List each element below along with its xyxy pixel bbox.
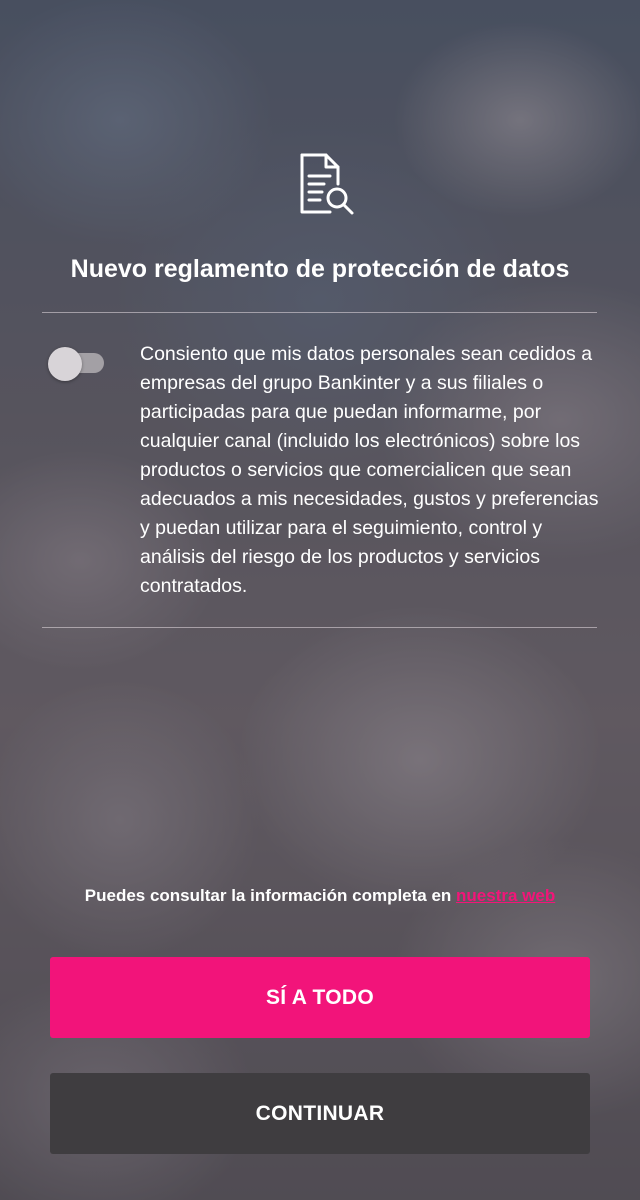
web-link[interactable]: nuestra web bbox=[456, 886, 555, 905]
consent-content: Nuevo reglamento de protección de datos … bbox=[0, 0, 640, 1200]
info-text-label: Puedes consultar la información completa… bbox=[84, 886, 457, 905]
divider-bottom bbox=[42, 627, 597, 628]
page-title: Nuevo reglamento de protección de datos bbox=[70, 255, 570, 283]
privacy-consent-screen: Nuevo reglamento de protección de datos … bbox=[0, 0, 640, 1200]
consent-text: Consiento que mis datos personales sean … bbox=[140, 343, 599, 597]
accept-all-button[interactable]: SÍ A TODO bbox=[50, 957, 590, 1038]
info-text: Puedes consultar la información completa… bbox=[60, 883, 580, 909]
divider-top bbox=[42, 312, 597, 313]
consent-toggle[interactable] bbox=[48, 347, 106, 381]
toggle-knob bbox=[48, 347, 82, 381]
document-search-icon bbox=[300, 153, 354, 215]
continue-button[interactable]: CONTINUAR bbox=[50, 1073, 590, 1154]
